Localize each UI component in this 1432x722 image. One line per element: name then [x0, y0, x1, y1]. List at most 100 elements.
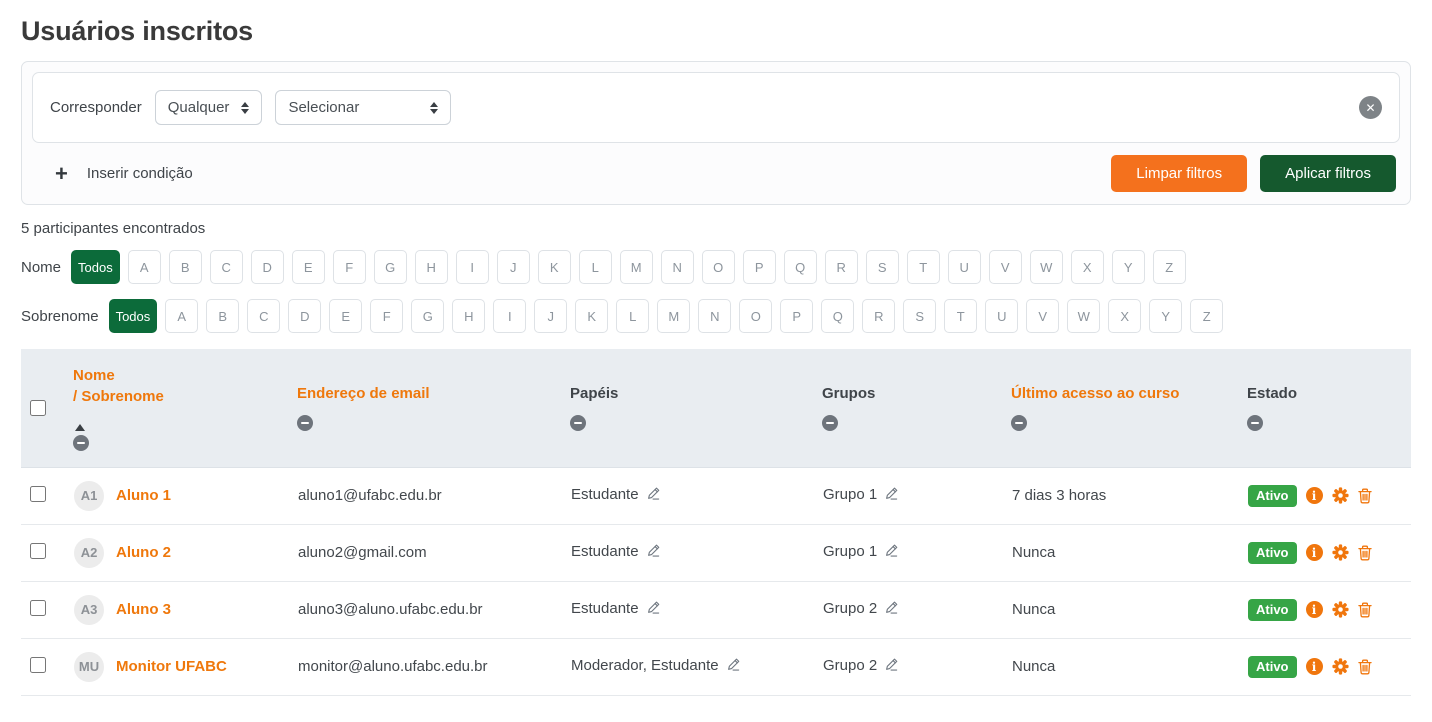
enrolment-info-icon[interactable]: i [1306, 601, 1323, 618]
clear-filters-button[interactable]: Limpar filtros [1111, 155, 1247, 192]
firstname-letter-filter[interactable]: I [456, 250, 489, 284]
sort-by-email-link[interactable]: Endereço de email [297, 383, 570, 404]
surname-letter-filter[interactable]: Y [1149, 299, 1182, 333]
trash-icon[interactable] [1358, 602, 1372, 618]
firstname-letter-filter[interactable]: X [1071, 250, 1104, 284]
surname-all-button[interactable]: Todos [109, 299, 158, 333]
surname-letter-filter[interactable]: G [411, 299, 444, 333]
sort-ascending-icon[interactable] [75, 407, 85, 431]
select-user-checkbox[interactable] [30, 600, 46, 616]
surname-letter-filter[interactable]: K [575, 299, 608, 333]
select-all-checkbox[interactable] [30, 400, 46, 416]
surname-letter-filter[interactable]: H [452, 299, 485, 333]
sort-by-surname-link[interactable]: / Sobrenome [73, 386, 297, 407]
surname-letter-filter[interactable]: V [1026, 299, 1059, 333]
surname-letter-filter[interactable]: S [903, 299, 936, 333]
enrolment-info-icon[interactable]: i [1306, 658, 1323, 675]
firstname-letter-filter[interactable]: Y [1112, 250, 1145, 284]
firstname-letter-filter[interactable]: M [620, 250, 653, 284]
user-name-link[interactable]: Aluno 1 [116, 487, 171, 504]
firstname-letter-filter[interactable]: P [743, 250, 776, 284]
hide-column-minus-icon[interactable] [73, 435, 89, 451]
hide-column-minus-icon[interactable] [570, 415, 586, 431]
surname-letter-filter[interactable]: M [657, 299, 690, 333]
enrolment-info-icon[interactable]: i [1306, 487, 1323, 504]
user-name-link[interactable]: Monitor UFABC [116, 658, 227, 675]
surname-letter-filter[interactable]: L [616, 299, 649, 333]
select-user-checkbox[interactable] [30, 486, 46, 502]
firstname-letter-filter[interactable]: E [292, 250, 325, 284]
surname-letter-filter[interactable]: B [206, 299, 239, 333]
firstname-letter-filter[interactable]: C [210, 250, 243, 284]
user-name-link[interactable]: Aluno 2 [116, 544, 171, 561]
edit-roles-pencil-icon[interactable] [726, 659, 741, 676]
gear-icon[interactable] [1332, 544, 1349, 561]
firstname-letter-filter[interactable]: B [169, 250, 202, 284]
match-select[interactable]: Qualquer [155, 90, 263, 125]
surname-letter-filter[interactable]: I [493, 299, 526, 333]
firstname-letter-filter[interactable]: D [251, 250, 284, 284]
surname-letter-filter[interactable]: C [247, 299, 280, 333]
firstname-letter-filter[interactable]: K [538, 250, 571, 284]
surname-letter-filter[interactable]: O [739, 299, 772, 333]
firstname-letter-filter[interactable]: S [866, 250, 899, 284]
firstname-letter-filter[interactable]: O [702, 250, 735, 284]
gear-icon[interactable] [1332, 487, 1349, 504]
firstname-letter-filter[interactable]: R [825, 250, 858, 284]
firstname-letter-filter[interactable]: W [1030, 250, 1063, 284]
surname-letter-filter[interactable]: A [165, 299, 198, 333]
edit-groups-pencil-icon[interactable] [884, 602, 899, 619]
gear-icon[interactable] [1332, 658, 1349, 675]
surname-letter-filter[interactable]: D [288, 299, 321, 333]
firstname-letter-filter[interactable]: U [948, 250, 981, 284]
edit-groups-pencil-icon[interactable] [884, 488, 899, 505]
firstname-letter-filter[interactable]: Z [1153, 250, 1186, 284]
edit-roles-pencil-icon[interactable] [646, 488, 661, 505]
surname-letter-filter[interactable]: E [329, 299, 362, 333]
firstname-letter-filter[interactable]: N [661, 250, 694, 284]
surname-letter-filter[interactable]: P [780, 299, 813, 333]
surname-letter-filter[interactable]: R [862, 299, 895, 333]
sort-by-firstname-link[interactable]: Nome [73, 365, 297, 386]
gear-icon[interactable] [1332, 601, 1349, 618]
add-condition-link[interactable]: + Inserir condição [55, 163, 193, 185]
surname-letter-filter[interactable]: U [985, 299, 1018, 333]
edit-roles-pencil-icon[interactable] [646, 602, 661, 619]
surname-letter-filter[interactable]: F [370, 299, 403, 333]
firstname-letter-filter[interactable]: V [989, 250, 1022, 284]
surname-letter-filter[interactable]: T [944, 299, 977, 333]
select-user-checkbox[interactable] [30, 657, 46, 673]
hide-column-minus-icon[interactable] [1247, 415, 1263, 431]
sort-by-last-access-link[interactable]: Último acesso ao curso [1011, 383, 1247, 404]
firstname-letter-filter[interactable]: G [374, 250, 407, 284]
firstname-letter-filter[interactable]: L [579, 250, 612, 284]
enrolment-info-icon[interactable]: i [1306, 544, 1323, 561]
surname-letter-filter[interactable]: J [534, 299, 567, 333]
apply-filters-button[interactable]: Aplicar filtros [1260, 155, 1396, 192]
user-name-link[interactable]: Aluno 3 [116, 601, 171, 618]
firstname-letter-filter[interactable]: H [415, 250, 448, 284]
firstname-letter-filter[interactable]: Q [784, 250, 817, 284]
firstname-letter-filter[interactable]: F [333, 250, 366, 284]
hide-column-minus-icon[interactable] [1011, 415, 1027, 431]
trash-icon[interactable] [1358, 659, 1372, 675]
condition-select[interactable]: Selecionar [275, 90, 451, 125]
firstname-all-button[interactable]: Todos [71, 250, 120, 284]
edit-roles-pencil-icon[interactable] [646, 545, 661, 562]
firstname-letter-filter[interactable]: A [128, 250, 161, 284]
edit-groups-pencil-icon[interactable] [884, 659, 899, 676]
select-user-checkbox[interactable] [30, 543, 46, 559]
surname-letter-filter[interactable]: Z [1190, 299, 1223, 333]
surname-letter-filter[interactable]: X [1108, 299, 1141, 333]
surname-letter-filter[interactable]: N [698, 299, 731, 333]
surname-letter-filter[interactable]: Q [821, 299, 854, 333]
edit-groups-pencil-icon[interactable] [884, 545, 899, 562]
close-icon[interactable]: ✕ [1359, 96, 1382, 119]
firstname-letter-filter[interactable]: T [907, 250, 940, 284]
hide-column-minus-icon[interactable] [822, 415, 838, 431]
hide-column-minus-icon[interactable] [297, 415, 313, 431]
trash-icon[interactable] [1358, 545, 1372, 561]
surname-letter-filter[interactable]: W [1067, 299, 1100, 333]
trash-icon[interactable] [1358, 488, 1372, 504]
firstname-letter-filter[interactable]: J [497, 250, 530, 284]
